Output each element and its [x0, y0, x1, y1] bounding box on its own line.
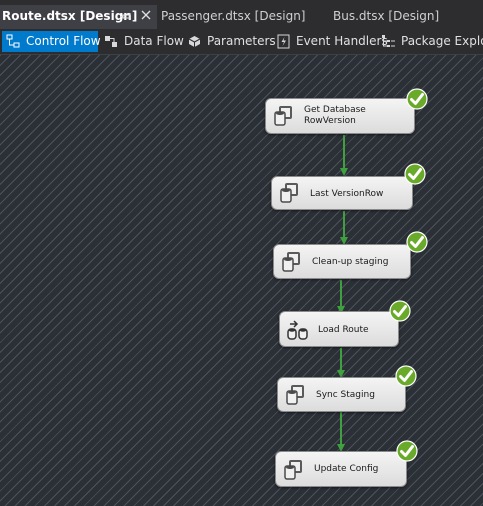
control-flow-icon: [6, 34, 20, 48]
success-check-icon: [396, 440, 418, 462]
document-tab-label: Route.dtsx [Design]: [2, 9, 138, 23]
event-handlers-icon: [277, 34, 290, 49]
task-label: Get Database RowVersion: [304, 105, 366, 126]
close-icon[interactable]: [140, 9, 152, 21]
task-load-route[interactable]: Load Route: [279, 311, 399, 347]
control-flow-canvas[interactable]: Get Database RowVersion Last VersionRow …: [0, 55, 483, 506]
tab-parameters-label: Parameters: [207, 34, 276, 48]
task-label: Sync Staging: [316, 390, 375, 400]
task-sync-staging[interactable]: Sync Staging: [277, 377, 406, 412]
tab-data-flow[interactable]: Data Flow: [100, 31, 184, 52]
task-label: Load Route: [318, 325, 369, 335]
data-flow-icon: [105, 36, 117, 47]
designer-toolbar: Control Flow Data Flow Parameters Event …: [0, 29, 483, 55]
document-tab-strip: Route.dtsx [Design] Passenger.dtsx [Desi…: [0, 0, 483, 29]
execute-sql-task-icon: [286, 385, 304, 405]
success-check-icon: [406, 231, 428, 253]
tab-control-flow-label: Control Flow: [26, 34, 101, 48]
tab-event-handlers[interactable]: Event Handlers: [272, 31, 388, 52]
tab-control-flow[interactable]: Control Flow: [2, 31, 101, 52]
task-label: Update Config: [314, 464, 379, 474]
execute-sql-task-icon: [284, 460, 302, 480]
execute-sql-task-icon: [274, 106, 292, 126]
task-label: Last VersionRow: [310, 189, 384, 199]
tab-package-explorer-label: Package Explorer: [401, 34, 483, 48]
tab-package-explorer[interactable]: Package Explorer: [377, 31, 483, 52]
tab-parameters[interactable]: Parameters: [183, 31, 276, 52]
task-label: Clean-up staging: [312, 257, 389, 267]
task-get-database-rowversion[interactable]: Get Database RowVersion: [265, 98, 415, 134]
data-flow-task-icon: [287, 320, 308, 340]
execute-sql-task-icon: [280, 183, 298, 203]
package-explorer-icon: [382, 35, 395, 47]
parameters-icon: [188, 36, 201, 47]
success-check-icon: [404, 163, 426, 185]
success-check-icon: [406, 88, 428, 110]
execute-sql-task-icon: [282, 252, 300, 272]
success-check-icon: [389, 300, 411, 322]
pin-icon[interactable]: [121, 10, 133, 22]
success-check-icon: [395, 365, 417, 387]
tab-data-flow-label: Data Flow: [124, 34, 184, 48]
document-tab-bus[interactable]: Bus.dtsx [Design]: [333, 5, 439, 27]
task-last-versionrow[interactable]: Last VersionRow: [271, 176, 413, 210]
task-clean-up-staging[interactable]: Clean-up staging: [273, 244, 411, 279]
document-tab-route[interactable]: Route.dtsx [Design]: [0, 5, 157, 29]
task-update-config[interactable]: Update Config: [275, 451, 407, 487]
tab-event-handlers-label: Event Handlers: [296, 34, 388, 48]
document-tab-passenger[interactable]: Passenger.dtsx [Design]: [161, 5, 305, 27]
